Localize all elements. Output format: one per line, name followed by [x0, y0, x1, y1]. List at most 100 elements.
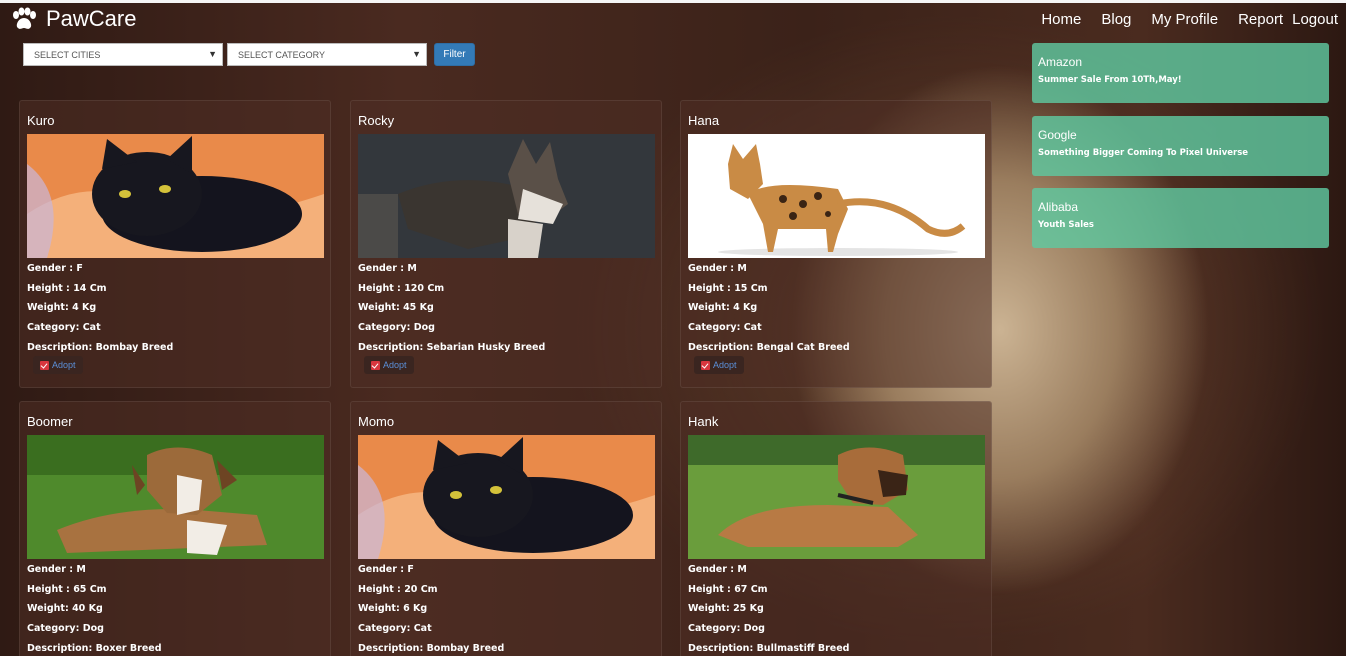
- pet-card: Hana Gender : M Height : 15 Cm Weight: 4…: [680, 100, 992, 388]
- pet-name: Hank: [688, 414, 719, 429]
- pet-card: Momo Gender : F Height : 20 Cm Weight: 6…: [350, 401, 662, 656]
- gender-label: Gender :: [688, 564, 735, 575]
- category-select-value: SELECT CATEGORY: [238, 49, 326, 60]
- description-value: Boxer Breed: [95, 642, 162, 654]
- filter-button[interactable]: Filter: [434, 43, 475, 66]
- description-value: Sebarian Husky Breed: [426, 341, 546, 353]
- nav-logout[interactable]: Logout: [1292, 11, 1338, 28]
- gender-value: F: [407, 564, 414, 575]
- height-label: Height :: [27, 583, 70, 595]
- description-value: Bullmastiff Breed: [756, 642, 850, 654]
- category-select[interactable]: SELECT CATEGORY ▼: [227, 43, 427, 66]
- category-value: Cat: [743, 322, 762, 334]
- gender-label: Gender :: [27, 564, 74, 575]
- gender-label: Gender :: [27, 263, 74, 274]
- weight-value: 4 Kg: [72, 302, 97, 314]
- description-label: Description:: [358, 341, 424, 353]
- promo-text: Something Bigger Coming To Pixel Univers…: [1038, 148, 1249, 158]
- pet-photo: [27, 435, 324, 559]
- cat-photo-image: [27, 134, 324, 258]
- pet-card: Rocky Gender : M Height : 120 Cm Weight:…: [350, 100, 662, 388]
- gender-label: Gender :: [358, 564, 405, 575]
- adopt-label: Adopt: [52, 360, 76, 370]
- weight-value: 6 Kg: [403, 603, 428, 615]
- chevron-down-icon: ▼: [412, 49, 421, 59]
- promo-title: Alibaba: [1038, 200, 1079, 214]
- gender-value: F: [76, 263, 83, 274]
- description-label: Description:: [27, 341, 93, 353]
- height-value: 67 Cm: [734, 583, 768, 595]
- height-label: Height :: [358, 583, 401, 595]
- pet-card: Kuro Gender : F Height : 14 Cm Weight: 4…: [19, 100, 331, 388]
- height-value: 20 Cm: [404, 583, 438, 595]
- brand-name: PawCare: [46, 6, 137, 31]
- gender-value: M: [737, 564, 747, 575]
- nav-report[interactable]: Report: [1238, 11, 1283, 28]
- category-label: Category:: [688, 322, 741, 334]
- city-select[interactable]: SELECT CITIES ▼: [23, 43, 223, 66]
- category-value: Dog: [743, 623, 765, 635]
- category-label: Category:: [358, 623, 411, 635]
- filter-bar: SELECT CITIES ▼ SELECT CATEGORY ▼ Filter: [23, 43, 475, 66]
- checkbox-edit-icon: [40, 360, 49, 370]
- weight-label: Weight:: [27, 302, 69, 314]
- adopt-button[interactable]: Adopt: [33, 356, 83, 374]
- gender-value: M: [407, 263, 417, 274]
- weight-value: 25 Kg: [733, 603, 764, 615]
- description-label: Description:: [358, 642, 424, 654]
- adopt-label: Adopt: [713, 360, 737, 370]
- nav-home[interactable]: Home: [1041, 11, 1081, 28]
- city-select-value: SELECT CITIES: [34, 49, 101, 60]
- weight-value: 45 Kg: [403, 302, 434, 314]
- pet-photo: [358, 435, 655, 559]
- adopt-label: Adopt: [383, 360, 407, 370]
- dog-photo-image: [27, 435, 324, 559]
- weight-label: Weight:: [358, 302, 400, 314]
- cat-photo-image: [358, 435, 655, 559]
- dog-photo-image: [688, 435, 985, 559]
- height-value: 65 Cm: [73, 583, 107, 595]
- pet-name: Momo: [358, 414, 395, 429]
- main-nav: Home Blog My Profile Report Logout: [1021, 11, 1338, 28]
- promo-card[interactable]: Amazon Summer Sale From 10Th,May!: [1032, 43, 1329, 103]
- pet-info: Gender : M Height : 120 Cm Weight: 45 Kg…: [358, 259, 545, 358]
- weight-label: Weight:: [358, 603, 400, 615]
- category-label: Category:: [27, 322, 80, 334]
- dog-photo-image: [358, 134, 655, 258]
- cat-photo-image: [688, 134, 985, 258]
- category-label: Category:: [688, 623, 741, 635]
- checkbox-edit-icon: [371, 360, 380, 370]
- pet-info: Gender : F Height : 20 Cm Weight: 6 Kg C…: [358, 560, 504, 656]
- gender-label: Gender :: [688, 263, 735, 274]
- description-value: Bombay Breed: [426, 642, 505, 654]
- pet-name: Kuro: [27, 113, 55, 128]
- height-label: Height :: [688, 583, 731, 595]
- pet-card: Hank Gender : M Height : 67 Cm Weight: 2…: [680, 401, 992, 656]
- brand[interactable]: PawCare: [10, 6, 136, 32]
- adopt-button[interactable]: Adopt: [694, 356, 744, 374]
- category-label: Category:: [358, 322, 411, 334]
- weight-value: 40 Kg: [72, 603, 103, 615]
- category-label: Category:: [27, 623, 80, 635]
- chevron-down-icon: ▼: [208, 49, 217, 59]
- pet-photo: [358, 134, 655, 258]
- description-value: Bengal Cat Breed: [756, 341, 850, 353]
- adopt-button[interactable]: Adopt: [364, 356, 414, 374]
- height-label: Height :: [27, 282, 70, 294]
- promo-card[interactable]: Alibaba Youth Sales: [1032, 188, 1329, 248]
- gender-label: Gender :: [358, 263, 405, 274]
- checkbox-edit-icon: [701, 360, 710, 370]
- height-value: 14 Cm: [73, 282, 107, 294]
- pet-name: Boomer: [27, 414, 73, 429]
- promo-card[interactable]: Google Something Bigger Coming To Pixel …: [1032, 116, 1329, 176]
- pet-name: Hana: [688, 113, 720, 128]
- height-label: Height :: [358, 282, 401, 294]
- category-value: Dog: [82, 623, 104, 635]
- category-value: Cat: [413, 623, 432, 635]
- description-value: Bombay Breed: [95, 341, 174, 353]
- pet-info: Gender : M Height : 65 Cm Weight: 40 Kg …: [27, 560, 162, 656]
- promo-text: Youth Sales: [1038, 220, 1094, 230]
- nav-blog[interactable]: Blog: [1101, 11, 1131, 28]
- pet-name: Rocky: [358, 113, 395, 128]
- nav-my-profile[interactable]: My Profile: [1151, 11, 1218, 28]
